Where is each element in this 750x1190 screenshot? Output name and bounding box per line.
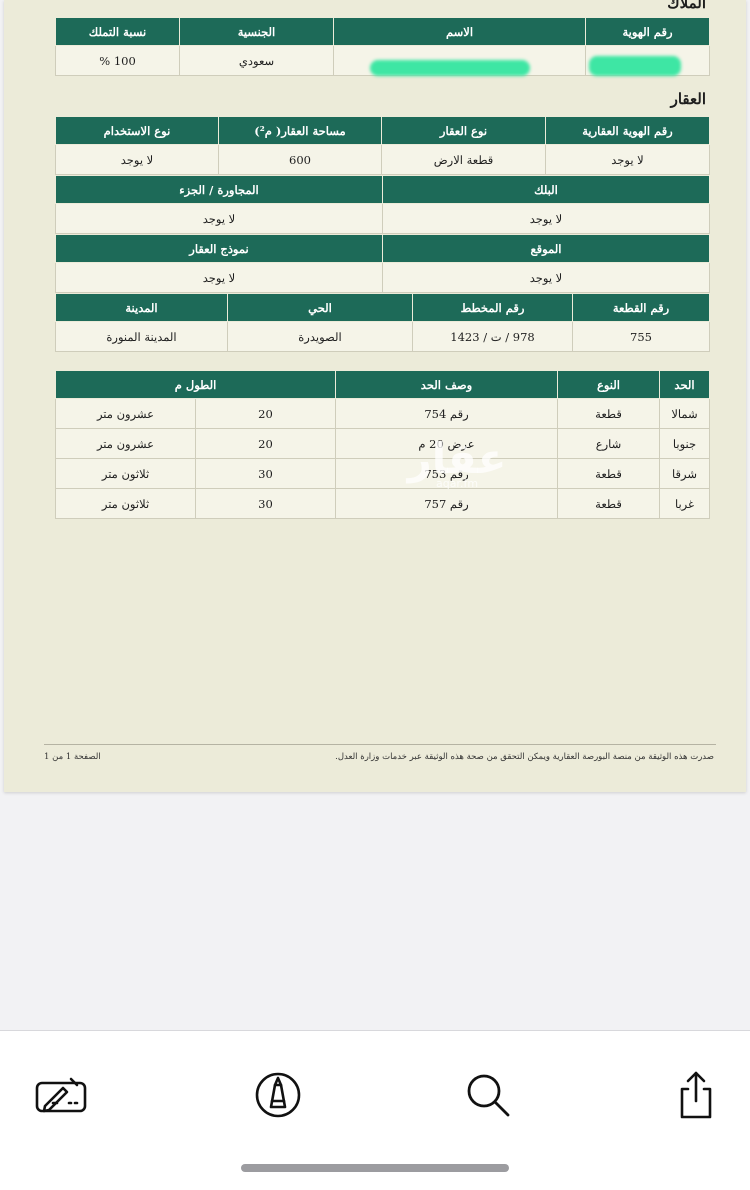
header-length: الطول م	[55, 370, 336, 399]
district-value: الصويدرة	[227, 321, 413, 352]
boundary-type: شارع	[557, 428, 660, 459]
location-table: الموقع نموذج العقار لا يوجد لا يوجد	[55, 234, 710, 293]
boundary-length: 20	[195, 428, 336, 459]
neighborhood-part-value: لا يوجد	[55, 203, 383, 234]
header-boundary-desc: وصف الحد	[335, 370, 558, 399]
boundary-length-text: ثلاثون متر	[55, 458, 196, 489]
redacted-id	[589, 56, 681, 76]
property-area-value: 600	[218, 144, 382, 175]
table-row: شرقا قطعة رقم 753 30 ثلاثون متر	[55, 458, 710, 489]
owners-section-title: الملاك	[667, 0, 706, 12]
header-property-model: نموذج العقار	[55, 234, 383, 263]
header-location: الموقع	[382, 234, 710, 263]
home-indicator[interactable]	[241, 1164, 509, 1172]
header-property-type: نوع العقار	[381, 116, 546, 145]
table-row: غربا قطعة رقم 757 30 ثلاثون متر	[55, 488, 710, 519]
header-property-id: رقم الهوية العقارية	[545, 116, 710, 145]
boundary-type: قطعة	[557, 458, 660, 489]
usage-type-value: لا يوجد	[55, 144, 219, 175]
owner-ownership: 100 %	[55, 45, 180, 76]
footer-divider	[44, 744, 716, 745]
property-section-title: العقار	[670, 90, 706, 108]
header-nationality: الجنسية	[179, 17, 334, 46]
header-usage-type: نوع الاستخدام	[55, 116, 219, 145]
city-value: المدينة المنورة	[55, 321, 228, 352]
search-icon[interactable]	[460, 1067, 516, 1123]
block-table: البلك المجاورة / الجزء لا يوجد لا يوجد	[55, 175, 710, 234]
boundary-desc: رقم 754	[335, 398, 558, 429]
footer-notice: صدرت هذه الوثيقة من منصة البورصة العقاري…	[335, 752, 714, 762]
boundaries-table: الحد النوع وصف الحد الطول م شمالا قطعة ر…	[55, 370, 710, 519]
footer-page-number: الصفحة 1 من 1	[44, 752, 101, 762]
boundary-side: شرقا	[659, 458, 710, 489]
boundary-type: قطعة	[557, 488, 660, 519]
markup-pen-icon[interactable]	[250, 1067, 306, 1123]
boundary-length: 30	[195, 488, 336, 519]
boundary-length-text: ثلاثون متر	[55, 488, 196, 519]
header-ownership: نسبة التملك	[55, 17, 180, 46]
header-neighborhood-part: المجاورة / الجزء	[55, 175, 383, 204]
boundary-desc: رقم 753	[335, 458, 558, 489]
table-row: جنوبا شارع عرض 20 م 20 عشرون متر	[55, 428, 710, 459]
table-row: شمالا قطعة رقم 754 20 عشرون متر	[55, 398, 710, 429]
header-boundary: الحد	[659, 370, 710, 399]
plot-number-value: 755	[572, 321, 710, 352]
boundary-side: شمالا	[659, 398, 710, 429]
redacted-name	[370, 60, 530, 76]
property-type-value: قطعة الارض	[381, 144, 546, 175]
boundary-length: 20	[195, 398, 336, 429]
header-name: الاسم	[333, 17, 586, 46]
header-boundary-type: النوع	[557, 370, 660, 399]
header-scheme-number: رقم المخطط	[412, 293, 573, 322]
header-block: البلك	[382, 175, 710, 204]
header-property-area: مساحة العقار( م²)	[218, 116, 382, 145]
owner-nationality: سعودي	[179, 45, 334, 76]
header-id-number: رقم الهوية	[585, 17, 710, 46]
document-page: الملاك رقم الهوية الاسم الجنسية نسبة الت…	[4, 0, 746, 792]
boundary-length-text: عشرون متر	[55, 398, 196, 429]
boundary-type: قطعة	[557, 398, 660, 429]
block-value: لا يوجد	[382, 203, 710, 234]
property-id-value: لا يوجد	[545, 144, 710, 175]
boundary-desc: رقم 757	[335, 488, 558, 519]
share-icon[interactable]	[668, 1067, 724, 1123]
property-model-value: لا يوجد	[55, 262, 383, 293]
boundary-length: 30	[195, 458, 336, 489]
location-value: لا يوجد	[382, 262, 710, 293]
scheme-number-value: 978 / ت / 1423	[412, 321, 573, 352]
plot-table: رقم القطعة رقم المخطط الحي المدينة 755 9…	[55, 293, 710, 352]
boundary-length-text: عشرون متر	[55, 428, 196, 459]
keyboard-edit-icon[interactable]	[33, 1067, 89, 1123]
header-district: الحي	[227, 293, 413, 322]
boundary-side: غربا	[659, 488, 710, 519]
boundary-side: جنوبا	[659, 428, 710, 459]
header-city: المدينة	[55, 293, 228, 322]
property-table-1: رقم الهوية العقارية نوع العقار مساحة الع…	[55, 116, 710, 175]
header-plot-number: رقم القطعة	[572, 293, 710, 322]
boundary-desc: عرض 20 م	[335, 428, 558, 459]
